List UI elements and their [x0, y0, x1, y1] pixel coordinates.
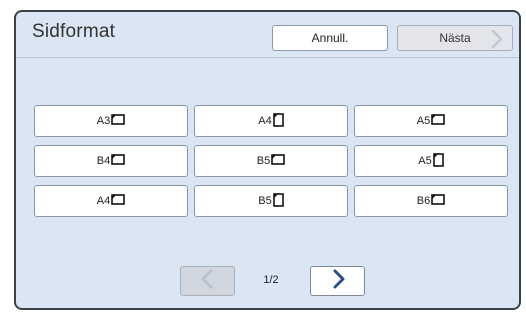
page-size-button[interactable]: A5 [354, 145, 508, 177]
chevron-left-icon [200, 269, 216, 294]
page-size-label: B5 [258, 195, 272, 207]
chevron-right-icon [330, 269, 346, 294]
page-size-button[interactable]: B5 [194, 145, 348, 177]
landscape-page-icon [431, 114, 446, 128]
landscape-page-icon [111, 114, 126, 128]
page-size-button[interactable]: B6 [354, 185, 508, 217]
portrait-page-icon [272, 192, 284, 210]
page-indicator: 1/2 [263, 274, 279, 286]
page-size-button[interactable]: A4 [194, 105, 348, 137]
page-size-button[interactable]: A4 [34, 185, 188, 217]
next-button-label: Nästa [439, 31, 471, 45]
chevron-right-icon [490, 29, 504, 52]
previous-page-button[interactable] [180, 266, 235, 296]
page-size-button[interactable]: B5 [194, 185, 348, 217]
landscape-page-icon [111, 194, 126, 208]
page-size-button[interactable]: A3 [34, 105, 188, 137]
page-title: Sidformat [32, 21, 116, 42]
page-size-label: B5 [256, 155, 271, 167]
page-size-button[interactable]: B4 [34, 145, 188, 177]
next-button[interactable]: Nästa [397, 25, 513, 51]
portrait-page-icon [432, 152, 444, 170]
landscape-page-icon [111, 154, 126, 168]
page-size-button[interactable]: A5 [354, 105, 508, 137]
landscape-page-icon [431, 194, 446, 208]
page-size-label: A5 [418, 155, 432, 167]
page-size-label: B4 [96, 155, 111, 167]
landscape-page-icon [271, 154, 286, 168]
cancel-button[interactable]: Annull. [272, 25, 388, 51]
page-size-dialog: Sidformat Annull. Nästa A3 A4 A5 B4 B5 A5 A4 B5… [14, 10, 521, 310]
page-size-label: A5 [416, 115, 431, 127]
next-page-button[interactable] [310, 266, 365, 296]
page-size-label: A4 [258, 115, 272, 127]
page-size-label: B6 [416, 195, 431, 207]
cancel-button-label: Annull. [311, 31, 349, 45]
dialog-header: Sidformat Annull. Nästa [16, 12, 519, 58]
portrait-page-icon [272, 112, 284, 130]
page-size-label: A4 [96, 195, 111, 207]
page-size-label: A3 [96, 115, 111, 127]
